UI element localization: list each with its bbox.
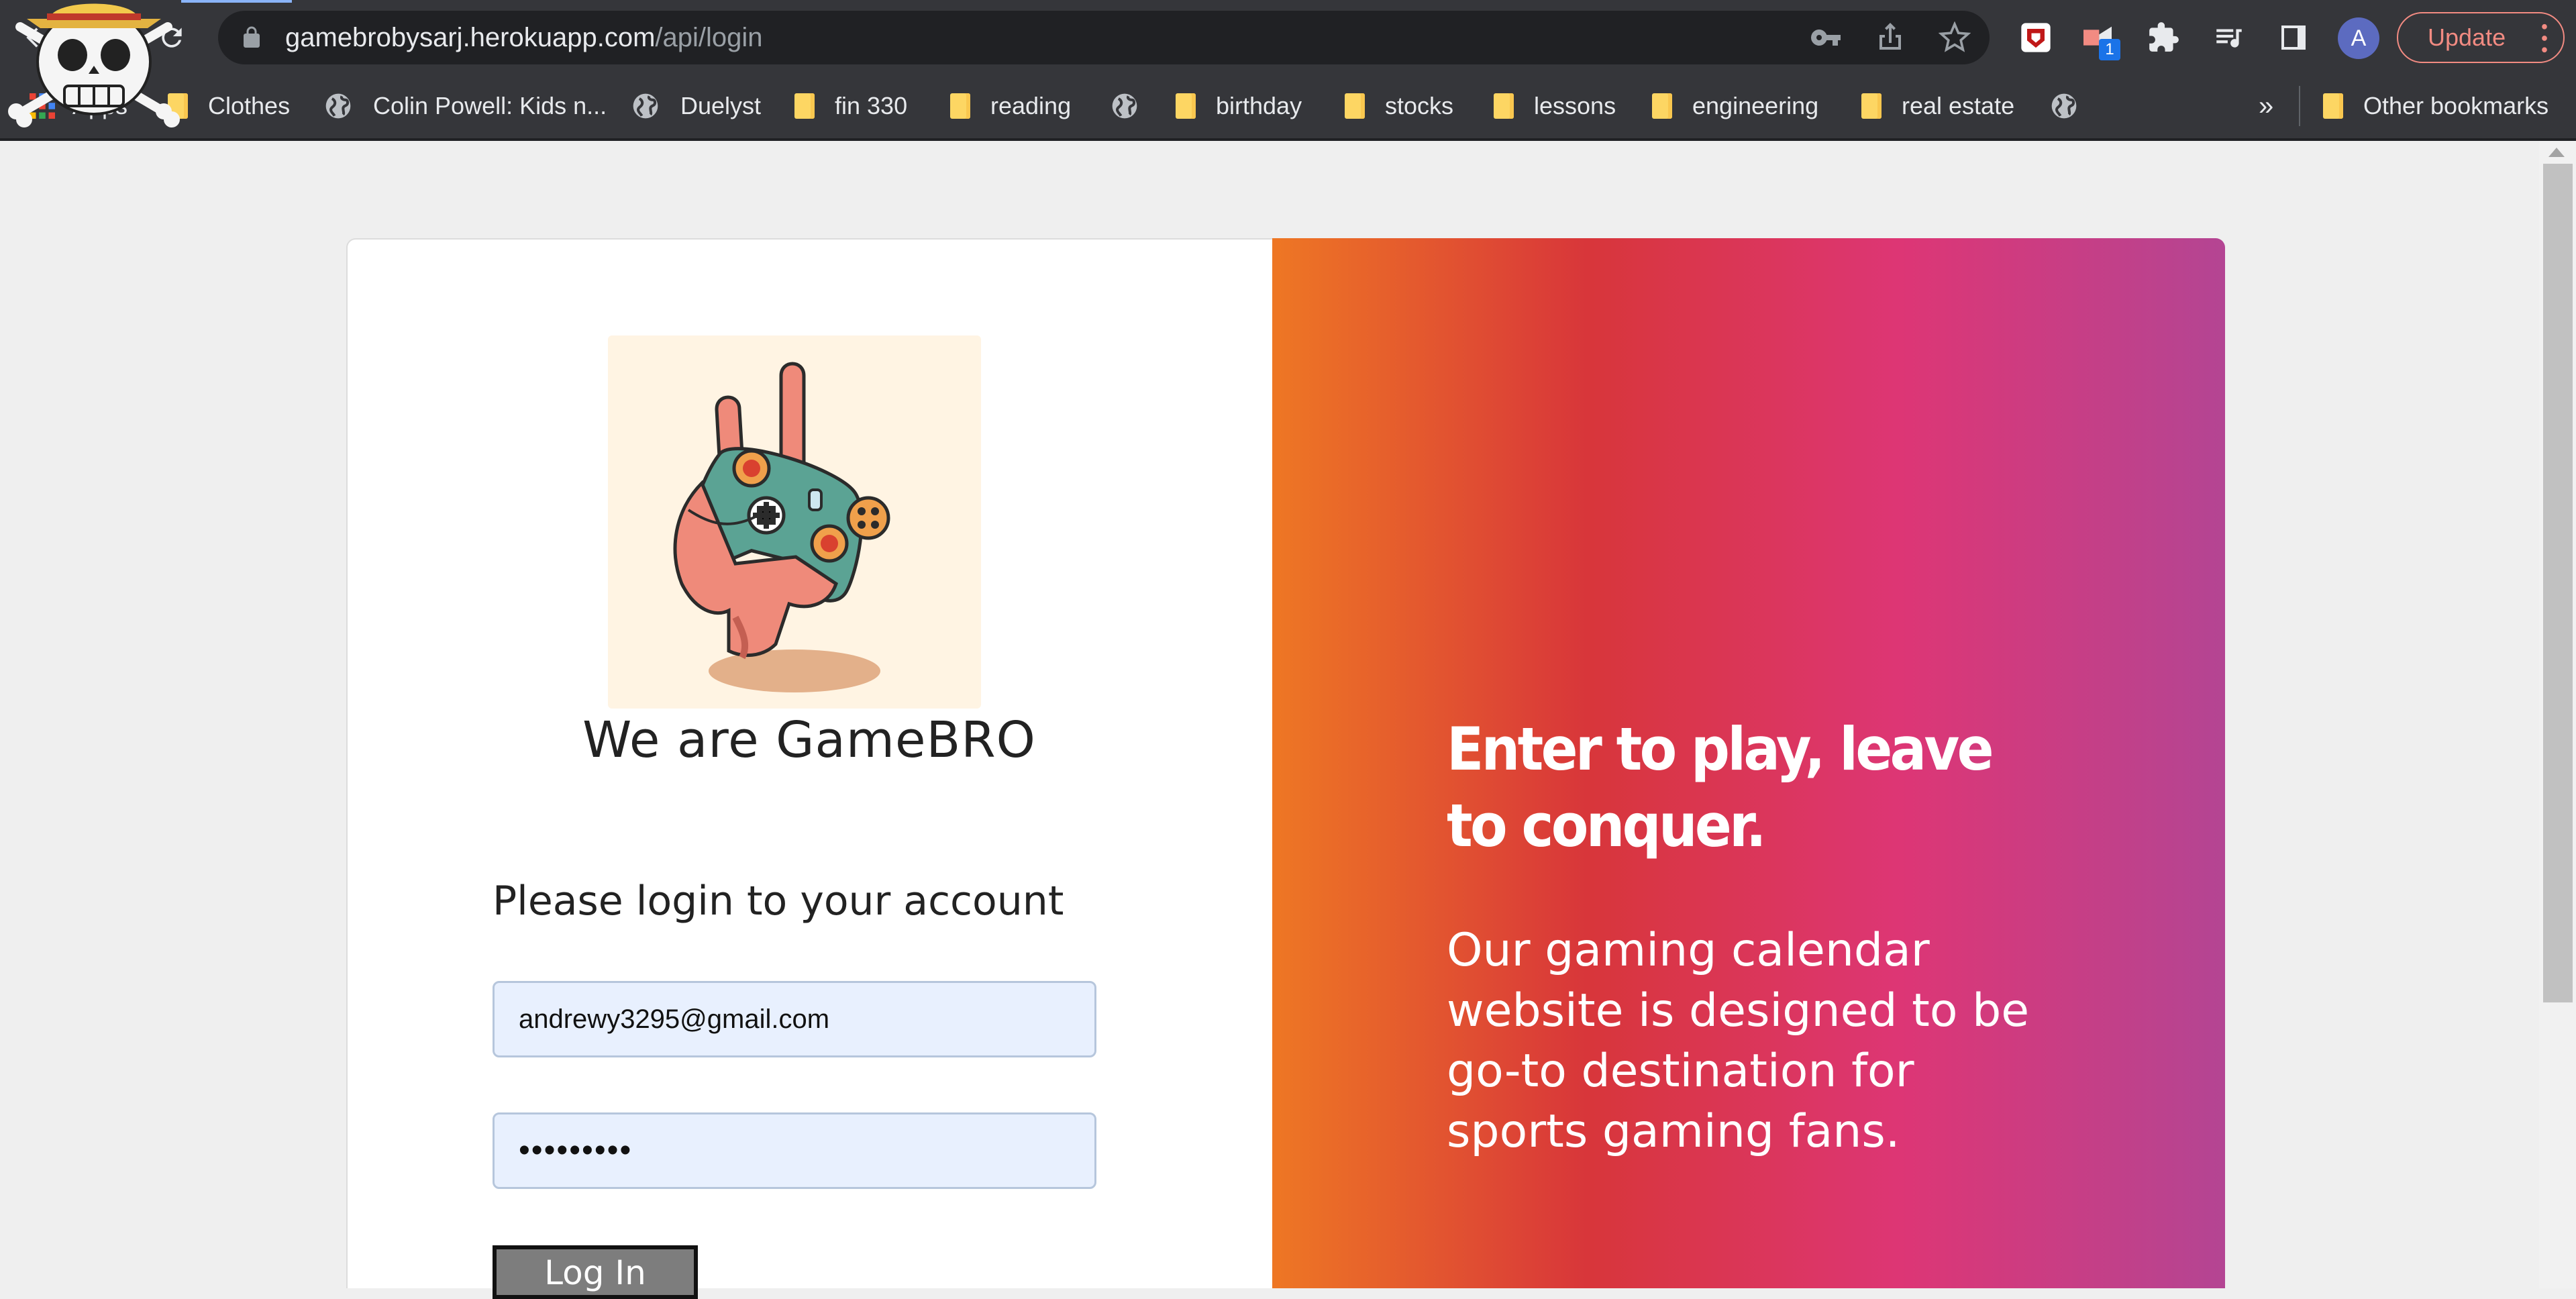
toolbar-divider	[0, 138, 2576, 141]
update-label: Update	[2428, 23, 2506, 51]
key-icon[interactable]	[1810, 21, 1842, 54]
address-bar[interactable]: gamebrobysarj.herokuapp.com/api/login	[218, 11, 1990, 64]
bookmark-duelyst[interactable]: Duelyst	[631, 85, 761, 127]
extension-badge: 1	[2099, 39, 2120, 60]
globe-icon	[1112, 93, 1137, 119]
bookmark-fin-330[interactable]: fin 330	[794, 85, 907, 127]
bookmarks-bar: Apps Clothes Colin Powell: Kids n... Due…	[0, 75, 2576, 138]
hand-gamepad-icon	[673, 362, 890, 692]
browser-toolbar: gamebrobysarj.herokuapp.com/api/login 1 …	[0, 0, 2576, 75]
password-field[interactable]: •••••••••	[493, 1112, 1096, 1189]
folder-icon	[1494, 93, 1514, 119]
login-title: Please login to your account	[493, 878, 1064, 925]
url-host: gamebrobysarj.herokuapp.com	[285, 23, 656, 52]
page-scrollbar[interactable]	[2539, 141, 2576, 1288]
folder-icon	[1652, 93, 1672, 119]
bookmark-label: Duelyst	[680, 92, 762, 119]
folder-icon	[2323, 93, 2343, 119]
folder-icon	[1176, 93, 1196, 119]
url-text[interactable]: gamebrobysarj.herokuapp.com/api/login	[285, 11, 763, 64]
bookmark-label: birthday	[1216, 92, 1302, 119]
bookmark-stocks[interactable]: stocks	[1345, 85, 1453, 127]
bookmark-label: Clothes	[208, 92, 291, 119]
media-queue-icon[interactable]	[2210, 19, 2248, 56]
url-path: /api/login	[655, 23, 763, 52]
video-extension-icon[interactable]: 1	[2079, 19, 2120, 60]
bookmark-label: stocks	[1385, 92, 1454, 119]
scrollbar-thumb[interactable]	[2543, 164, 2573, 1002]
bookmark-star-icon[interactable]	[1939, 21, 1971, 54]
bookmark-colin-powell[interactable]: Colin Powell: Kids n...	[323, 85, 607, 127]
hero-description: Our gaming calendar website is designed …	[1447, 924, 2030, 1158]
bookmark-label: lessons	[1534, 92, 1616, 119]
bookmark-globe-2[interactable]	[2049, 85, 2079, 127]
profile-avatar[interactable]: A	[2338, 17, 2379, 59]
email-field[interactable]: andrewy3295@gmail.com	[493, 981, 1096, 1057]
bookmark-label: engineering	[1692, 92, 1819, 119]
bookmark-reading[interactable]: reading	[950, 85, 1071, 127]
extensions-puzzle-icon[interactable]	[2145, 19, 2182, 56]
side-panel-icon[interactable]	[2275, 19, 2312, 56]
active-tab-indicator	[181, 0, 292, 3]
folder-icon	[794, 93, 815, 119]
bookmark-label: reading	[990, 92, 1072, 119]
hero-slogan: Enter to play, leave to conquer.	[1447, 715, 1994, 860]
kebab-menu-icon	[2542, 23, 2547, 53]
globe-icon	[633, 93, 658, 119]
globe-icon	[2051, 93, 2077, 119]
gamebro-logo	[608, 335, 981, 709]
bookmark-label: fin 330	[835, 92, 908, 119]
other-bookmarks[interactable]: Other bookmarks	[2323, 85, 2548, 127]
scroll-up-arrow-icon[interactable]	[2548, 148, 2565, 157]
bookmarks-separator	[2299, 86, 2300, 126]
bookmarks-overflow-button[interactable]: »	[2259, 85, 2273, 127]
folder-icon	[950, 93, 970, 119]
bookmark-lessons[interactable]: lessons	[1494, 85, 1616, 127]
folder-icon	[1345, 93, 1365, 119]
straw-hat-skull-overlay-icon	[8, 3, 180, 127]
update-button[interactable]: Update	[2397, 12, 2565, 63]
brand-heading: We are GameBRO	[582, 711, 1036, 769]
bookmark-birthday[interactable]: birthday	[1176, 85, 1302, 127]
share-icon[interactable]	[1874, 21, 1906, 54]
login-button[interactable]: Log In	[493, 1245, 698, 1299]
lock-icon[interactable]	[240, 25, 264, 50]
bookmark-engineering[interactable]: engineering	[1652, 85, 1818, 127]
globe-icon	[325, 93, 351, 119]
mcafee-extension-icon[interactable]	[2017, 19, 2055, 56]
bookmark-globe-1[interactable]	[1110, 85, 1139, 127]
bookmark-label: Other bookmarks	[2363, 92, 2549, 119]
folder-icon	[1861, 93, 1882, 119]
bookmark-label: real estate	[1902, 92, 2015, 119]
bookmark-real-estate[interactable]: real estate	[1861, 85, 2014, 127]
bookmark-label: Colin Powell: Kids n...	[373, 92, 607, 119]
